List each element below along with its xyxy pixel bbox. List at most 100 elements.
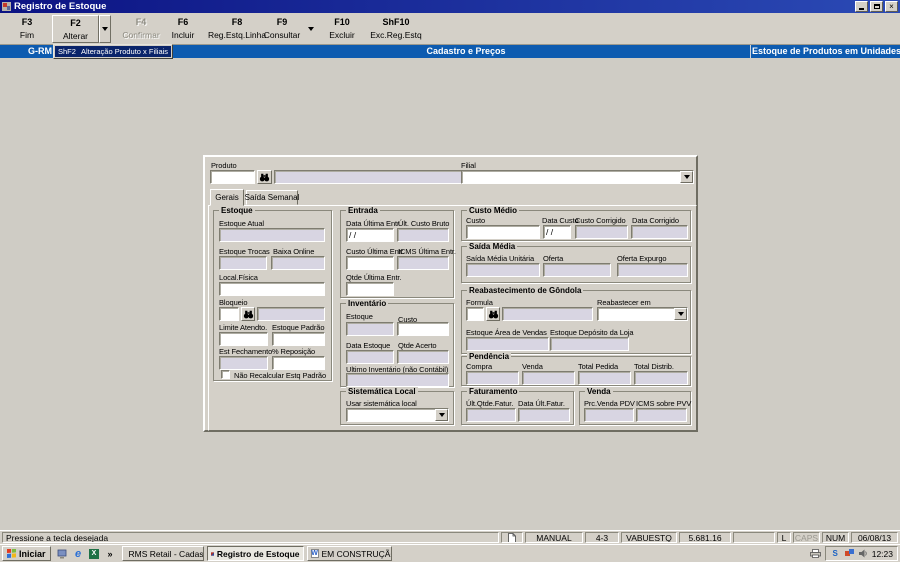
- tray-agent-icon[interactable]: [844, 548, 855, 559]
- qtde-ultima-entr-input[interactable]: [346, 282, 394, 296]
- total-pedida-field: [578, 371, 631, 385]
- toolbar-button-shf10[interactable]: ShF10 Exc.Reg.Estq: [364, 15, 428, 43]
- data-ult-fatur-field: [518, 408, 570, 422]
- prc-venda-pdv-field: [584, 408, 634, 422]
- bloqueio-code-input[interactable]: [219, 307, 239, 321]
- sistematica-combobox[interactable]: [346, 408, 449, 422]
- excel-icon[interactable]: X: [88, 547, 101, 560]
- group-title: Sistemática Local: [346, 387, 418, 396]
- toolbar-button-f9[interactable]: F9 Consultar: [259, 15, 305, 43]
- taskbar-clock[interactable]: 12:23: [872, 549, 893, 559]
- header-right-text: Estoque de Produtos em Unidades: [752, 46, 900, 56]
- group-pendencia: Pendência Compra Venda Total Pedida Tota…: [461, 352, 691, 386]
- f9-dropdown-button[interactable]: [306, 15, 316, 43]
- ult-qtde-fatur-label: Últ.Qtde.Fatur.: [466, 399, 514, 408]
- formula-code-input[interactable]: [466, 307, 484, 321]
- rms-app-icon: [210, 551, 214, 556]
- tray-volume-icon[interactable]: [858, 548, 869, 559]
- estoque-trocas-label: Estoque Trocas: [219, 247, 270, 256]
- est-fechamento-field: [219, 356, 268, 370]
- status-position: 4-3: [585, 532, 619, 543]
- windows-logo-icon: [7, 549, 16, 558]
- reabastecer-em-combobox[interactable]: [597, 307, 688, 321]
- inventario-custo-input[interactable]: [397, 322, 449, 336]
- custo-corrigido-field: [575, 225, 628, 239]
- tab-saida-semanal[interactable]: Saída Semanal: [245, 190, 299, 205]
- nao-recalcular-checkbox[interactable]: [221, 370, 230, 379]
- header-left-text: G-RM: [28, 46, 52, 56]
- oferta-expurgo-field: [617, 263, 688, 277]
- local-fisica-input[interactable]: [219, 282, 325, 296]
- reabastecer-dropdown-button[interactable]: [674, 308, 687, 320]
- printer-icon[interactable]: [809, 548, 821, 559]
- oferta-field: [543, 263, 611, 277]
- reabastecer-em-label: Reabastecer em: [597, 298, 651, 307]
- filial-dropdown-button[interactable]: [680, 171, 693, 183]
- bloqueio-description-field: [257, 307, 325, 321]
- data-custo-input[interactable]: [543, 225, 571, 239]
- ultimo-inventario-field: [346, 373, 449, 387]
- toolbar-button-f10[interactable]: F10 Excluir: [320, 15, 364, 43]
- saida-media-unitaria-field: [466, 263, 540, 277]
- produto-search-button[interactable]: [257, 170, 272, 184]
- maximize-button[interactable]: [870, 1, 883, 12]
- data-custo-label: Data Custo: [542, 216, 579, 225]
- taskbar-button-registro-de-estoque[interactable]: Registro de Estoque: [206, 546, 304, 561]
- f2-dropdown-button[interactable]: [99, 15, 111, 43]
- data-estoque-field: [346, 350, 394, 364]
- produto-label: Produto: [211, 161, 237, 170]
- ult-custo-bruto-field: [397, 228, 449, 242]
- group-title: Custo Médio: [467, 206, 519, 215]
- sistematica-dropdown-button[interactable]: [435, 409, 448, 421]
- close-button[interactable]: ×: [885, 1, 898, 12]
- status-program: VABUESTQ: [621, 532, 677, 543]
- minimize-button[interactable]: [855, 1, 868, 12]
- estoque-trocas-field: [219, 256, 267, 270]
- toolbar-button-f6[interactable]: F6 Incluir: [162, 15, 204, 43]
- estoque-padrao-input[interactable]: [272, 332, 325, 346]
- show-desktop-icon[interactable]: [56, 547, 69, 560]
- usar-sistematica-label: Usar sistemática local: [346, 399, 417, 408]
- filial-combobox[interactable]: [461, 170, 694, 184]
- tray-network-icon[interactable]: S: [830, 548, 841, 559]
- toolbar-button-f4[interactable]: F4 Confirmar: [114, 15, 168, 43]
- formula-search-button[interactable]: [486, 307, 500, 321]
- chevron-down-icon: [677, 312, 684, 316]
- menu-item-alteracao-produto-filiais[interactable]: ShF2 Alteração Produto x Filiais: [55, 46, 171, 57]
- produto-code-input[interactable]: [210, 170, 255, 184]
- custo-ultima-entr-input[interactable]: [346, 256, 394, 270]
- data-ultima-entr-input[interactable]: [346, 228, 394, 242]
- tab-gerais[interactable]: Gerais: [210, 189, 244, 206]
- title-bar: Registro de Estoque ×: [0, 0, 900, 13]
- group-title: Inventário: [346, 299, 389, 308]
- data-corrigido-field: [631, 225, 688, 239]
- task-label: Registro de Estoque: [216, 548, 300, 559]
- estoque-atual-field: [219, 228, 325, 242]
- toolbar-button-f2[interactable]: F2 Alterar: [52, 15, 99, 43]
- icms-sobre-pvv-label: ICMS sobre PVV: [636, 399, 692, 408]
- taskbar-button-rms-retail[interactable]: RMS Retail - Cadastro / ...: [121, 546, 204, 561]
- taskbar-button-em-construcao[interactable]: W EM CONSTRUÇÃO_RMS ...: [306, 546, 392, 561]
- function-toolbar: F3 Fim F2 Alterar F4 Confirmar F6 Inclui…: [0, 13, 900, 45]
- bloqueio-search-button[interactable]: [241, 307, 255, 321]
- group-entrada: Entrada Data Última Entr. Últ. Custo Bru…: [340, 206, 456, 298]
- limite-atendto-input[interactable]: [219, 332, 268, 346]
- windows-taskbar: Iniciar e X » RMS Retail - Cadastro / ..…: [0, 544, 900, 562]
- toolbar-button-f3[interactable]: F3 Fim: [4, 15, 50, 43]
- task-label: EM CONSTRUÇÃO_RMS ...: [321, 548, 391, 559]
- app-icon: [2, 2, 11, 11]
- start-button[interactable]: Iniciar: [2, 546, 51, 561]
- data-ult-fatur-label: Data Últ.Fatur.: [518, 399, 565, 408]
- tab-content-gerais: Estoque Estoque Atual Estoque Trocas Bai…: [208, 205, 697, 431]
- custo-input[interactable]: [466, 225, 540, 239]
- formula-label: Formula: [466, 298, 493, 307]
- group-title: Faturamento: [467, 387, 520, 396]
- menu-item-shortcut: ShF2: [58, 47, 76, 56]
- ult-qtde-fatur-field: [466, 408, 516, 422]
- internet-explorer-icon[interactable]: e: [72, 547, 85, 560]
- pct-reposicao-input[interactable]: [272, 356, 325, 370]
- inventario-estoque-field: [346, 322, 394, 336]
- quick-launch-overflow-chevron[interactable]: »: [104, 547, 117, 560]
- estoque-atual-label: Estoque Atual: [219, 219, 264, 228]
- total-distrib-field: [634, 371, 688, 385]
